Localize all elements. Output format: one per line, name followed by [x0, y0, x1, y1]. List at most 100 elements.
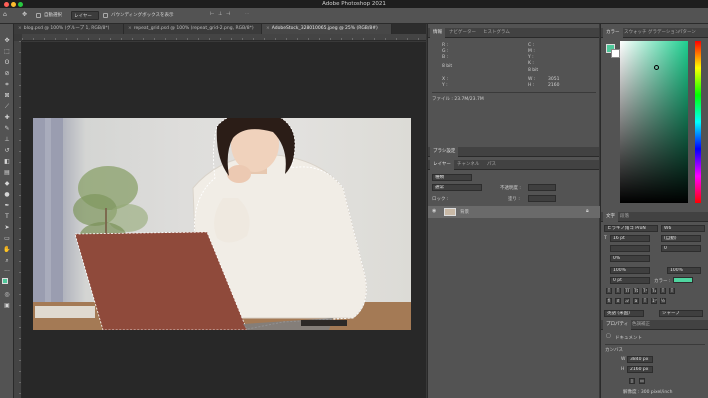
type-tool-icon[interactable]: T: [2, 212, 12, 221]
quick-mask-icon[interactable]: ◎: [2, 290, 12, 299]
tab-brush-settings[interactable]: ブラシ設定: [430, 147, 459, 157]
brush-tool-icon[interactable]: ✎: [2, 124, 12, 133]
eraser-tool-icon[interactable]: ◧: [2, 157, 12, 166]
horizontal-ruler[interactable]: [22, 34, 426, 41]
eyedropper-tool-icon[interactable]: ⟋: [2, 102, 12, 111]
ordinal-button[interactable]: 1ˢᵗ: [651, 298, 657, 304]
underline-button[interactable]: T: [660, 288, 666, 294]
tab-histogram[interactable]: ヒストグラム: [480, 28, 513, 38]
marquee-tool-icon[interactable]: ⬚: [2, 47, 12, 56]
layer-row[interactable]: ◉ 背景 🔒︎: [428, 206, 600, 218]
close-tab-icon[interactable]: ×: [266, 26, 270, 31]
more-tools-icon[interactable]: ···: [2, 267, 12, 276]
kerning-field[interactable]: [610, 245, 650, 252]
tab-adjustments[interactable]: 色調補正: [629, 320, 653, 330]
tab-navigator[interactable]: ナビゲーター: [446, 28, 479, 38]
path-select-tool-icon[interactable]: ➤: [2, 223, 12, 232]
align-center-icon[interactable]: ⊥: [218, 12, 222, 17]
lasso-tool-icon[interactable]: ʘ: [2, 58, 12, 67]
font-style-select[interactable]: W6: [661, 225, 705, 232]
text-color-swatch[interactable]: [673, 277, 693, 283]
eye-icon[interactable]: ◉: [432, 209, 436, 214]
tab-repeat-grid[interactable]: × repeat_grid.psd @ 100% (repeat_grid-2.p…: [124, 24, 262, 34]
canvas-height-field[interactable]: 2160 px: [627, 366, 653, 373]
close-tab-icon[interactable]: ×: [128, 26, 132, 31]
leading-field[interactable]: (自動): [661, 235, 701, 242]
all-caps-button[interactable]: TT: [624, 288, 630, 294]
frame-tool-icon[interactable]: ⊠: [2, 91, 12, 100]
shape-tool-icon[interactable]: ▭: [2, 234, 12, 243]
healing-tool-icon[interactable]: ✚: [2, 113, 12, 122]
fraction-button[interactable]: ½: [660, 298, 666, 304]
font-size-field[interactable]: 16 pt: [610, 235, 650, 242]
small-caps-button[interactable]: Tt: [633, 288, 639, 294]
old-style-button[interactable]: σ: [615, 298, 621, 304]
history-brush-icon[interactable]: ↺: [2, 146, 12, 155]
tab-info[interactable]: 情報: [430, 28, 445, 38]
document-image[interactable]: [33, 118, 411, 330]
tab-paths[interactable]: パス: [484, 160, 499, 170]
tsume-field[interactable]: 0%: [610, 255, 650, 262]
fill-field[interactable]: [528, 195, 556, 202]
landscape-orientation-button[interactable]: ▭: [639, 378, 645, 384]
alternates-button[interactable]: a: [633, 298, 639, 304]
move-tool-icon[interactable]: ✥: [22, 12, 27, 18]
horizontal-scale-field[interactable]: 100%: [667, 267, 701, 274]
strikethrough-button[interactable]: T: [669, 288, 675, 294]
tab-channels[interactable]: チャンネル: [454, 160, 482, 170]
align-right-icon[interactable]: ⊣: [226, 12, 230, 17]
hue-slider[interactable]: [695, 41, 701, 203]
more-options[interactable]: ···: [245, 12, 249, 17]
home-icon[interactable]: ⌂: [3, 12, 7, 18]
language-select[interactable]: 英語 (米国): [604, 310, 644, 317]
color-picker-field[interactable]: [620, 41, 688, 203]
auto-select-checkbox[interactable]: [36, 13, 41, 18]
tab-properties[interactable]: プロパティ: [603, 320, 632, 330]
crop-tool-icon[interactable]: ⌗: [2, 80, 12, 89]
close-tab-icon[interactable]: ×: [18, 26, 22, 31]
color-picker-cursor[interactable]: [654, 65, 659, 70]
anti-alias-select[interactable]: シャープ: [659, 310, 703, 317]
zoom-tool-icon[interactable]: ⌕: [2, 256, 12, 265]
layer-select-dropdown[interactable]: レイヤー: [71, 11, 99, 20]
stamp-tool-icon[interactable]: ⊥: [2, 135, 12, 144]
subscript-button[interactable]: T₁: [651, 288, 657, 294]
opacity-field[interactable]: [528, 184, 556, 191]
quick-select-tool-icon[interactable]: ⊘: [2, 69, 12, 78]
gradient-tool-icon[interactable]: ▤: [2, 168, 12, 177]
tab-adobestock[interactable]: × AdobeStock_328010065.jpeg @ 25% (RGB/8#…: [262, 24, 392, 34]
font-family-select[interactable]: ヒラギノ角ゴ ProN: [604, 225, 658, 232]
faux-bold-button[interactable]: T: [606, 288, 612, 294]
tab-layers[interactable]: レイヤー: [430, 160, 454, 170]
faux-italic-button[interactable]: T: [615, 288, 621, 294]
tab-blog[interactable]: × blog.psd @ 100% (グループ 1, RGB/8*): [14, 24, 124, 34]
swash-button[interactable]: 𝒜: [624, 298, 630, 304]
titling-button[interactable]: T: [642, 298, 648, 304]
background-color-chip[interactable]: [611, 49, 620, 58]
dodge-tool-icon[interactable]: ●: [2, 190, 12, 199]
canvas-width-field[interactable]: 3840 px: [627, 356, 653, 363]
tab-paragraph[interactable]: 段落: [617, 212, 632, 222]
divider: [432, 92, 596, 93]
portrait-orientation-button[interactable]: ▯: [629, 378, 635, 384]
ligature-button[interactable]: fi: [606, 298, 612, 304]
tab-color[interactable]: カラー: [603, 28, 623, 38]
superscript-button[interactable]: T¹: [642, 288, 648, 294]
tab-character[interactable]: 文字: [603, 212, 618, 222]
blur-tool-icon[interactable]: ◆: [2, 179, 12, 188]
vertical-scale-field[interactable]: 100%: [610, 267, 650, 274]
tab-patterns[interactable]: パターン: [675, 28, 699, 38]
hand-tool-icon[interactable]: ✋: [2, 245, 12, 254]
blend-mode-select[interactable]: 通常: [432, 184, 482, 191]
foreground-color-swatch[interactable]: [2, 278, 8, 284]
screen-mode-icon[interactable]: ▣: [2, 301, 12, 310]
tracking-field[interactable]: 0: [661, 245, 701, 252]
baseline-shift-field[interactable]: 0 pt: [610, 277, 650, 284]
bounding-box-checkbox[interactable]: [103, 13, 108, 18]
vertical-ruler[interactable]: [14, 41, 22, 398]
info-y2-label: Y :: [442, 83, 448, 88]
align-left-icon[interactable]: ⊢: [210, 12, 214, 17]
move-tool-icon[interactable]: ✥: [2, 36, 12, 45]
pen-tool-icon[interactable]: ✒: [2, 201, 12, 210]
layer-filter-kind[interactable]: 種類: [432, 174, 472, 181]
